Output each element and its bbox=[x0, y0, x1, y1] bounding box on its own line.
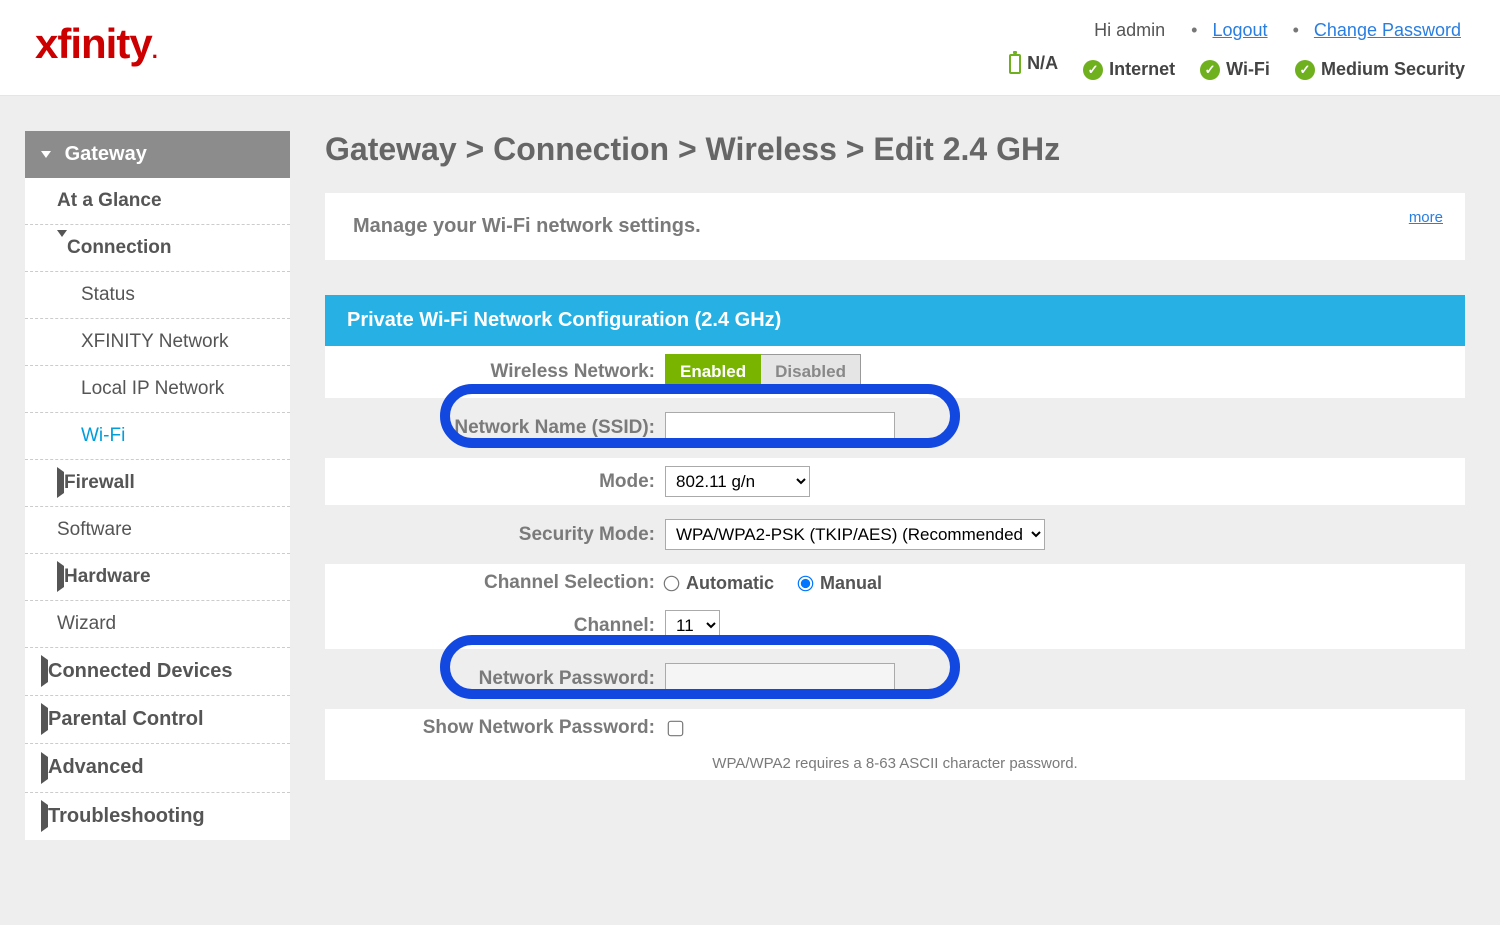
row-show-password: Show Network Password: bbox=[325, 709, 1465, 747]
logout-link[interactable]: Logout bbox=[1213, 20, 1268, 40]
status-line: N/A ✓ Internet ✓ Wi-Fi ✓ Medium Security bbox=[989, 53, 1465, 80]
header-right: Hi admin • Logout • Change Password N/A … bbox=[989, 20, 1465, 80]
row-network-password: Network Password: bbox=[325, 649, 1465, 709]
sidebar-item-wizard[interactable]: Wizard bbox=[25, 601, 290, 648]
sidebar-item-status[interactable]: Status bbox=[25, 272, 290, 319]
row-channel: Channel: 11 bbox=[325, 602, 1465, 649]
config-panel: Private Wi-Fi Network Configuration (2.4… bbox=[325, 295, 1465, 780]
label-channel: Channel: bbox=[325, 615, 665, 637]
ssid-input[interactable] bbox=[665, 412, 895, 444]
label-show-password: Show Network Password: bbox=[325, 717, 665, 739]
check-icon: ✓ bbox=[1200, 60, 1220, 80]
status-wifi: ✓ Wi-Fi bbox=[1200, 59, 1270, 80]
row-mode: Mode: 802.11 g/n bbox=[325, 458, 1465, 505]
channel-select[interactable]: 11 bbox=[665, 610, 720, 641]
password-hint: WPA/WPA2 requires a 8-63 ASCII character… bbox=[325, 747, 1465, 780]
main: Gateway > Connection > Wireless > Edit 2… bbox=[290, 106, 1500, 925]
greeting-text: Hi admin bbox=[1094, 20, 1165, 40]
sidebar-item-advanced[interactable]: Advanced bbox=[25, 744, 290, 792]
sidebar-item-connection[interactable]: Connection bbox=[25, 225, 290, 272]
show-password-checkbox[interactable] bbox=[668, 720, 684, 736]
chevron-right-icon bbox=[41, 703, 48, 735]
radio-automatic[interactable] bbox=[664, 575, 680, 591]
security-mode-select[interactable]: WPA/WPA2-PSK (TKIP/AES) (Recommended) bbox=[665, 519, 1045, 550]
mode-select[interactable]: 802.11 g/n bbox=[665, 466, 810, 497]
status-internet: ✓ Internet bbox=[1083, 59, 1175, 80]
label-security-mode: Security Mode: bbox=[325, 524, 665, 546]
container: Gateway At a Glance Connection Status XF… bbox=[0, 96, 1500, 925]
chevron-right-icon bbox=[57, 467, 64, 498]
intro-text: Manage your Wi-Fi network settings. bbox=[353, 215, 701, 237]
label-channel-selection: Channel Selection: bbox=[325, 572, 665, 594]
channel-selection-automatic[interactable]: Automatic bbox=[665, 573, 774, 594]
sidebar-item-xfinity-network[interactable]: XFINITY Network bbox=[25, 319, 290, 366]
label-wireless-network: Wireless Network: bbox=[325, 361, 665, 383]
label-network-password: Network Password: bbox=[325, 668, 665, 690]
chevron-down-icon bbox=[57, 230, 67, 258]
user-line: Hi admin • Logout • Change Password bbox=[989, 20, 1465, 41]
chevron-down-icon bbox=[41, 151, 51, 158]
chevron-right-icon bbox=[57, 561, 64, 592]
enabled-button[interactable]: Enabled bbox=[665, 354, 761, 390]
chevron-right-icon bbox=[41, 752, 48, 784]
wireless-network-toggle: EnabledDisabled bbox=[665, 354, 861, 390]
logo: xfinity. bbox=[35, 20, 157, 68]
battery-icon bbox=[1009, 54, 1021, 74]
status-security: ✓ Medium Security bbox=[1295, 59, 1465, 80]
check-icon: ✓ bbox=[1083, 60, 1103, 80]
label-ssid: Network Name (SSID): bbox=[325, 417, 665, 439]
row-ssid: Network Name (SSID): bbox=[325, 398, 1465, 458]
bullet: • bbox=[1293, 20, 1299, 40]
sidebar-item-local-ip-network[interactable]: Local IP Network bbox=[25, 366, 290, 413]
breadcrumb: Gateway > Connection > Wireless > Edit 2… bbox=[325, 131, 1465, 168]
chevron-right-icon bbox=[41, 655, 48, 687]
status-battery: N/A bbox=[1009, 53, 1058, 74]
label-mode: Mode: bbox=[325, 471, 665, 493]
check-icon: ✓ bbox=[1295, 60, 1315, 80]
row-security-mode: Security Mode: WPA/WPA2-PSK (TKIP/AES) (… bbox=[325, 505, 1465, 564]
sidebar-item-at-a-glance[interactable]: At a Glance bbox=[25, 178, 290, 225]
disabled-button[interactable]: Disabled bbox=[761, 354, 861, 390]
header: xfinity. Hi admin • Logout • Change Pass… bbox=[0, 0, 1500, 96]
row-channel-selection: Channel Selection: Automatic Manual bbox=[325, 564, 1465, 602]
chevron-right-icon bbox=[41, 800, 48, 832]
sidebar-heading-gateway[interactable]: Gateway bbox=[25, 131, 290, 178]
sidebar-item-software[interactable]: Software bbox=[25, 507, 290, 554]
row-wireless-network: Wireless Network: EnabledDisabled bbox=[325, 346, 1465, 398]
config-header: Private Wi-Fi Network Configuration (2.4… bbox=[325, 295, 1465, 346]
intro-box: Manage your Wi-Fi network settings. more bbox=[325, 193, 1465, 260]
sidebar-item-connected-devices[interactable]: Connected Devices bbox=[25, 648, 290, 696]
network-password-input[interactable] bbox=[665, 663, 895, 695]
bullet: • bbox=[1191, 20, 1197, 40]
sidebar-item-troubleshooting[interactable]: Troubleshooting bbox=[25, 793, 290, 840]
sidebar-item-parental-control[interactable]: Parental Control bbox=[25, 696, 290, 744]
sidebar-item-firewall[interactable]: Firewall bbox=[25, 460, 290, 507]
sidebar-item-hardware[interactable]: Hardware bbox=[25, 554, 290, 601]
radio-manual[interactable] bbox=[798, 575, 814, 591]
change-password-link[interactable]: Change Password bbox=[1314, 20, 1461, 40]
channel-selection-manual[interactable]: Manual bbox=[799, 573, 882, 594]
sidebar: Gateway At a Glance Connection Status XF… bbox=[0, 106, 290, 925]
sidebar-item-wifi[interactable]: Wi-Fi bbox=[25, 413, 290, 460]
more-link[interactable]: more bbox=[1409, 209, 1443, 226]
